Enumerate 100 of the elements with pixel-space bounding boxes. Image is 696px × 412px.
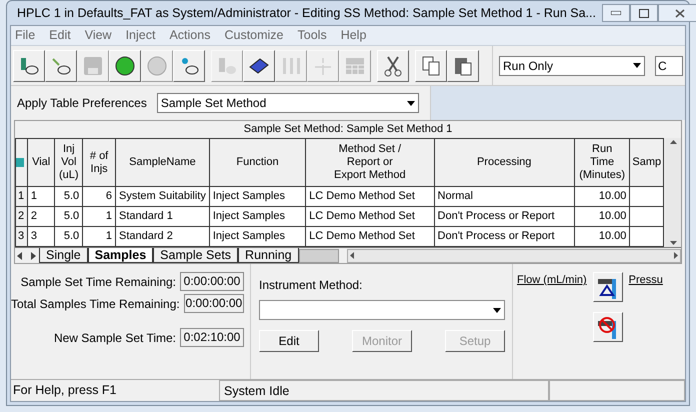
scroll-right-icon: [674, 252, 678, 259]
partial-field[interactable]: C: [655, 56, 683, 76]
maximize-icon: [638, 8, 649, 18]
table-cell: Normal: [434, 186, 574, 206]
menu-item[interactable]: Inject: [126, 26, 156, 45]
table-cell: 5.0: [54, 226, 83, 246]
sheet-tab[interactable]: Single: [39, 248, 88, 263]
column-header[interactable]: SampleName: [116, 138, 210, 186]
table-cell: [630, 206, 664, 226]
toolbar-button[interactable]: [415, 50, 447, 82]
window-title: HPLC 1 in Defaults_FAT as System/Administrator - Editing SS Method: Sample Set Method 1 - Run Sa...: [17, 4, 596, 22]
time-field: 0:00:00:00: [184, 294, 244, 313]
sheet-tab[interactable]: Samples: [88, 248, 154, 263]
column-header[interactable]: Vial: [27, 138, 55, 186]
table-cell: Standard 1: [116, 206, 210, 226]
column-header[interactable]: # of Injs: [82, 138, 116, 186]
table-cell: System Suitability: [116, 186, 210, 206]
minimize-icon: [610, 11, 621, 15]
table-cell: [630, 186, 664, 206]
minimize-button[interactable]: [602, 4, 630, 22]
table-corner-icon: [16, 158, 24, 167]
table-cell: Inject Samples: [209, 226, 306, 246]
menu-item[interactable]: Help: [340, 26, 366, 45]
action-button[interactable]: Edit: [259, 330, 319, 352]
table-cell: 1: [82, 226, 116, 246]
dropdown-arrow-icon: [633, 63, 641, 68]
table-cell: [630, 226, 664, 246]
close-icon: [674, 8, 685, 18]
column-header[interactable]: Function: [209, 138, 306, 186]
time-label: Total Samples Time Remaining:: [11, 296, 180, 312]
table-cell: 5.0: [54, 186, 83, 206]
column-header[interactable]: Method Set / Report or Export Method: [306, 138, 434, 186]
menu-item[interactable]: Tools: [298, 26, 327, 45]
status-text: System Idle: [219, 380, 549, 401]
pressure-label[interactable]: Pressu: [628, 272, 663, 379]
pump-start-button[interactable]: [592, 272, 623, 302]
menu-item[interactable]: View: [84, 26, 112, 45]
toolbar-icon: [420, 54, 442, 76]
table-title: Sample Set Method: Sample Set Method 1: [242, 122, 454, 137]
table-cell: LC Demo Method Set: [306, 206, 434, 226]
toolbar-icon: [146, 54, 168, 76]
table-cell: LC Demo Method Set: [306, 186, 434, 206]
scroll-up-icon: [670, 140, 677, 144]
toolbar-icon: [82, 54, 104, 76]
toolbar-button[interactable]: [173, 50, 205, 82]
faucet-stop-icon: [596, 315, 619, 339]
table-cell: 10.00: [574, 226, 630, 246]
row-number[interactable]: 3: [16, 226, 28, 246]
maximize-button[interactable]: [630, 4, 658, 22]
table-cell: Don't Process or Report: [434, 206, 574, 226]
toolbar-button[interactable]: [13, 50, 45, 82]
mode-select[interactable]: Run Only: [499, 56, 645, 76]
instrument-method-select[interactable]: [259, 300, 505, 320]
table-cell: Inject Samples: [209, 206, 306, 226]
instrument-method-label: Instrument Method:: [259, 277, 364, 294]
flow-label[interactable]: Flow (mL/min): [517, 272, 587, 379]
time-field: 0:00:00:00: [180, 272, 244, 291]
toolbar-button[interactable]: [377, 50, 409, 82]
dropdown-arrow-icon: [406, 100, 415, 106]
column-header[interactable]: Run Time (Minutes): [574, 138, 630, 186]
vertical-scrollbar[interactable]: [665, 138, 681, 247]
menu-item[interactable]: File: [15, 26, 36, 45]
toolbar-icon: [114, 54, 136, 76]
row-number[interactable]: 1: [16, 186, 28, 206]
column-header[interactable]: Samp: [630, 138, 664, 186]
preferences-select[interactable]: Sample Set Method: [156, 93, 419, 113]
column-header[interactable]: Inj Vol (uL): [54, 138, 83, 186]
close-button[interactable]: [658, 4, 696, 22]
table-cell: Standard 2: [116, 226, 210, 246]
toolbar-button[interactable]: [45, 50, 77, 82]
time-label: New Sample Set Time:: [54, 330, 176, 346]
table-cell: Don't Process or Report: [434, 226, 574, 246]
scroll-down-icon: [670, 241, 677, 245]
time-label: Sample Set Time Remaining:: [20, 274, 176, 290]
scroll-left-icon: [350, 252, 354, 259]
horizontal-scrollbar[interactable]: [346, 248, 681, 262]
toolbar-button[interactable]: [243, 50, 275, 82]
sheet-tab[interactable]: Running: [238, 248, 299, 263]
menu-item[interactable]: Customize: [224, 26, 284, 45]
table-cell: 10.00: [574, 206, 630, 226]
table-cell: 5.0: [54, 206, 83, 226]
menu-item[interactable]: Edit: [49, 26, 71, 45]
preferences-label: Apply Table Preferences: [17, 95, 147, 112]
dropdown-arrow-icon: [493, 308, 501, 312]
row-number[interactable]: 2: [16, 206, 28, 226]
toolbar-button[interactable]: [109, 50, 141, 82]
toolbar-button[interactable]: [447, 50, 479, 82]
status-text: For Help, press F1: [12, 382, 118, 399]
sheet-tab[interactable]: Sample Sets: [153, 248, 238, 263]
table-cell: LC Demo Method Set: [306, 226, 434, 246]
table-cell: 3: [27, 226, 55, 246]
table-cell: Inject Samples: [209, 186, 306, 206]
table-cell: 6: [82, 186, 116, 206]
toolbar-icon: [382, 54, 404, 76]
time-field: 0:02:10:00: [180, 328, 244, 347]
menu-item[interactable]: Actions: [169, 26, 210, 45]
pump-stop-button[interactable]: [592, 312, 623, 342]
column-header[interactable]: Processing: [434, 138, 574, 186]
table-cell: 1: [27, 186, 55, 206]
table-cell: 2: [27, 206, 55, 226]
